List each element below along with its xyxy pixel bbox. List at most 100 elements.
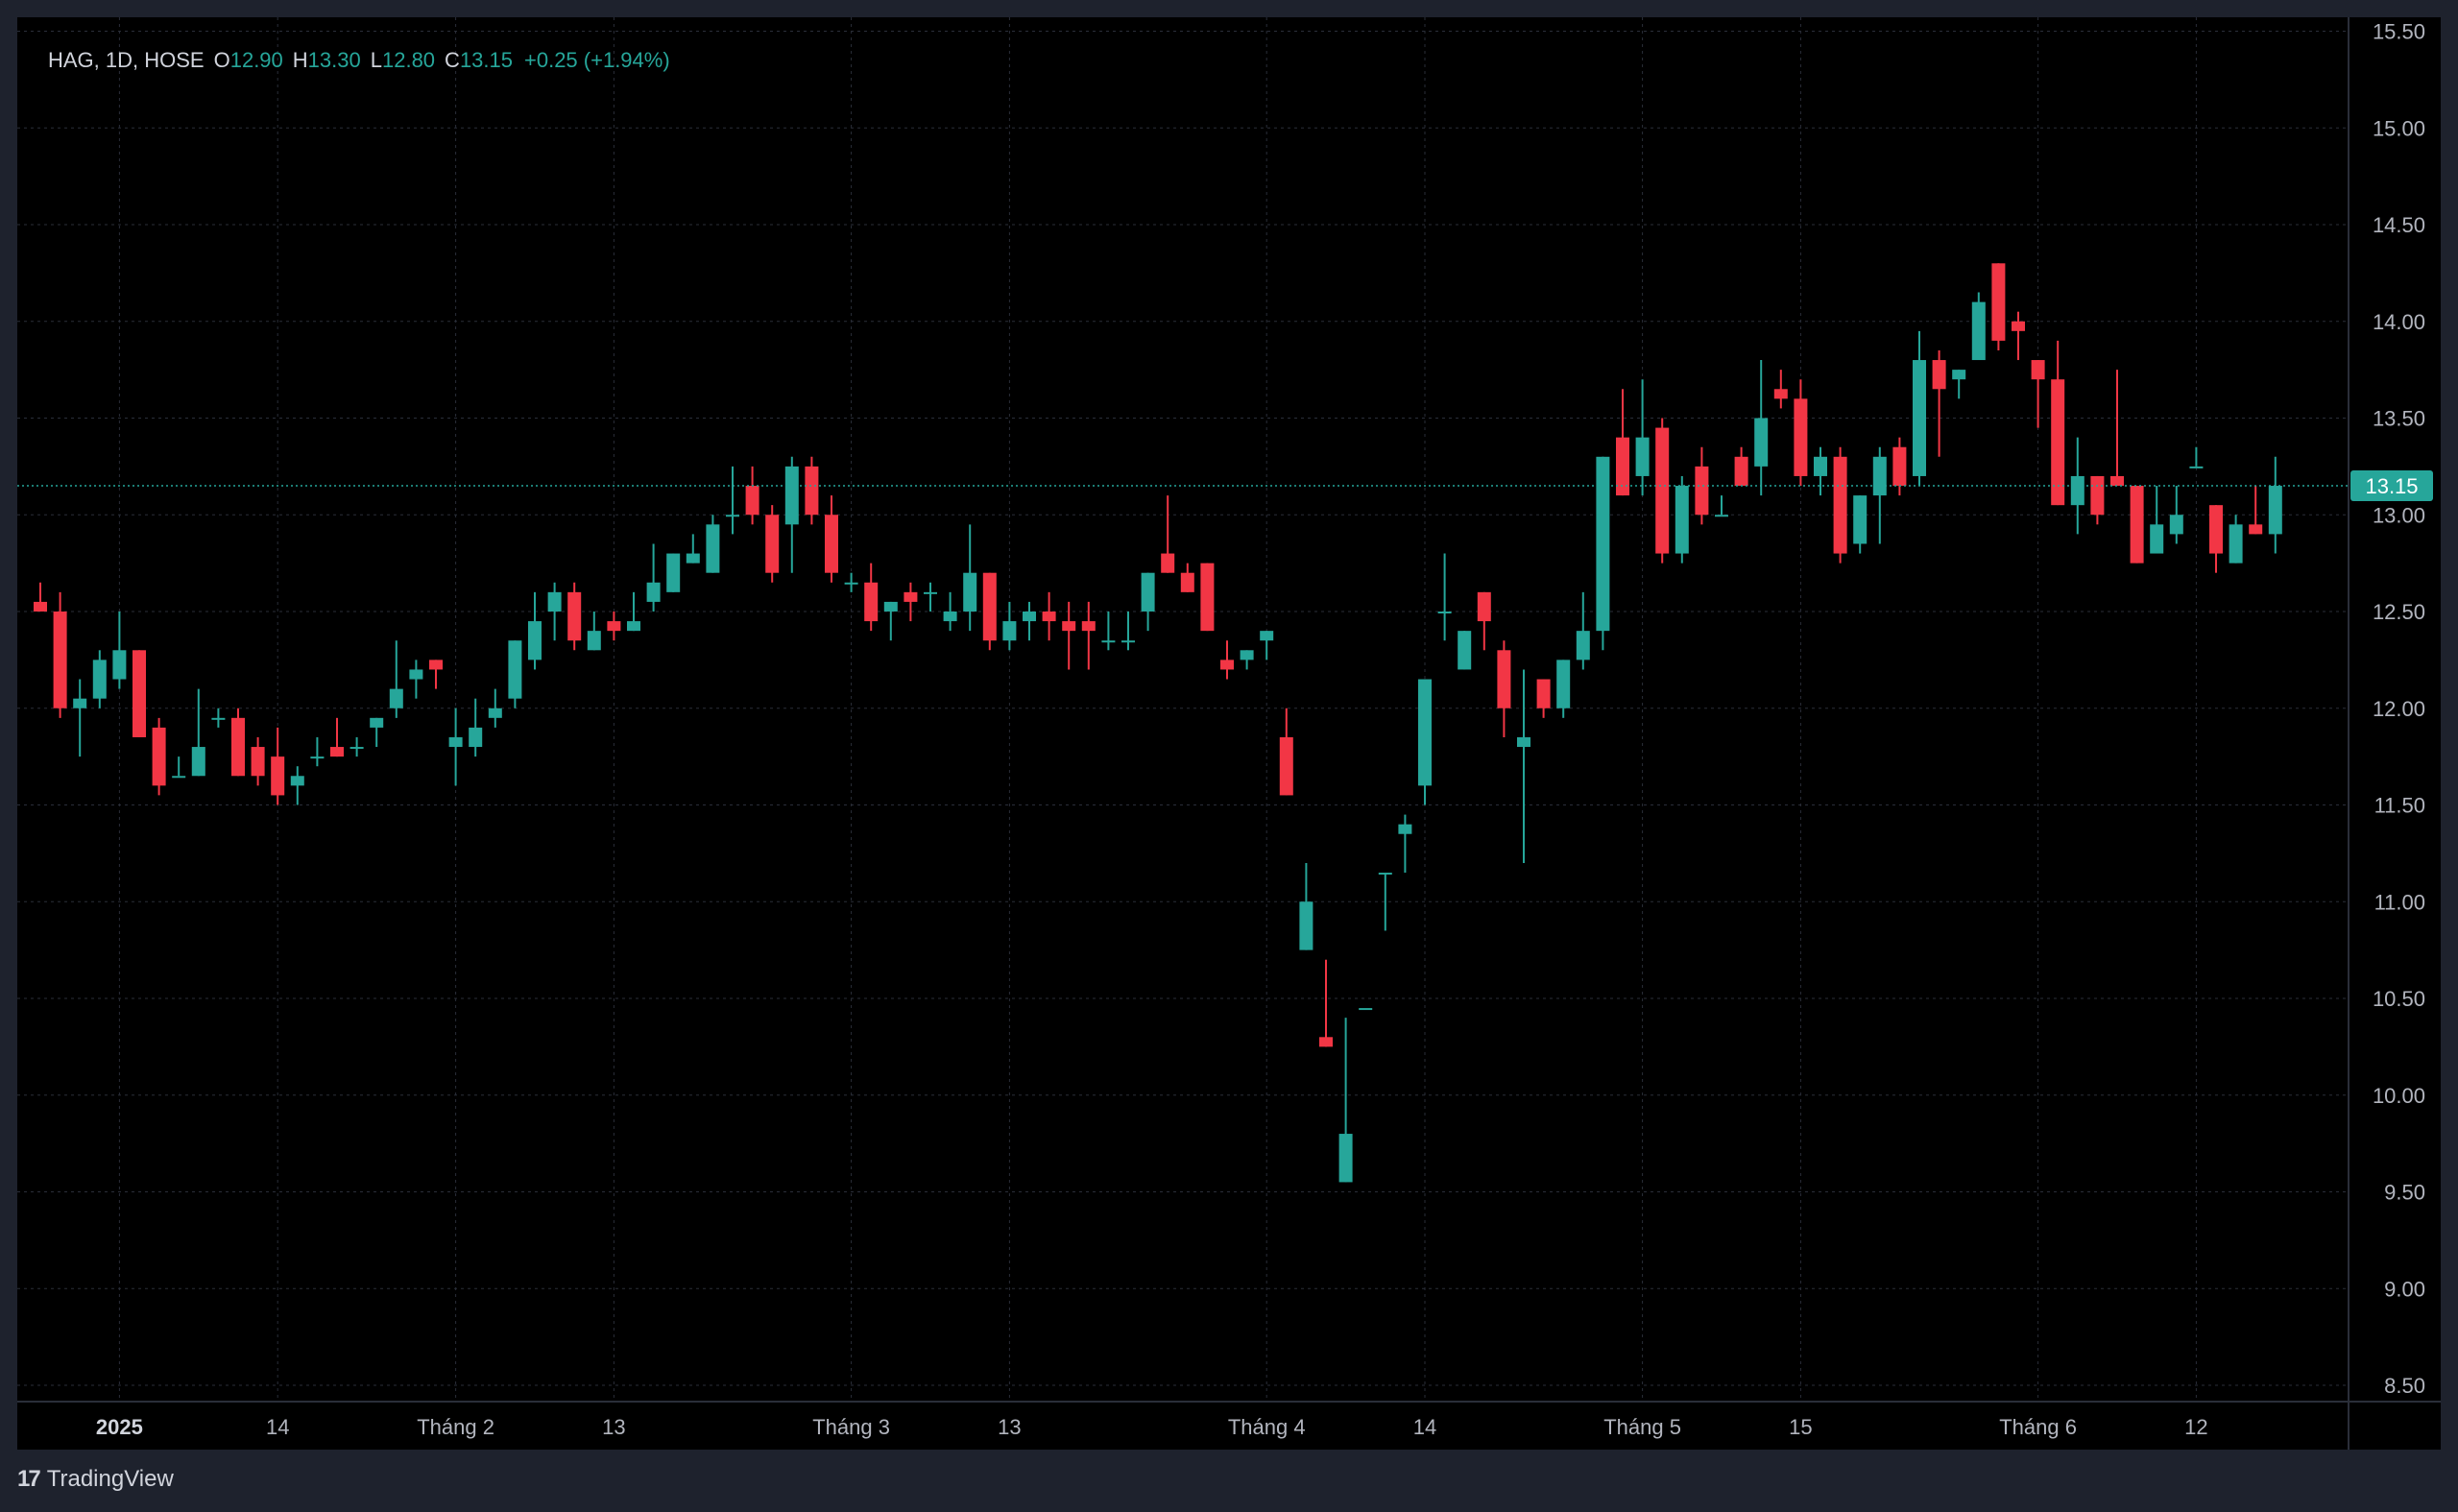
y-tick-label: 13.00: [2373, 503, 2425, 527]
candle-body: [1200, 563, 1215, 632]
x-tick-label: 15: [1789, 1415, 1812, 1439]
candle-body: [587, 631, 601, 651]
chart-area[interactable]: 8.50 9.00 9.50 10.00 10.50 11.00 11.50 12.00 12.…: [17, 17, 2441, 1450]
candle-body: [1458, 631, 1472, 670]
candle-body: [2169, 515, 2183, 535]
candle-body: [231, 717, 245, 777]
candle-body: [1418, 679, 1432, 786]
candle-body: [389, 688, 403, 708]
candle-body: [1497, 650, 1511, 708]
candle-body: [1616, 437, 1629, 496]
legend-open-value: 12.90: [229, 48, 283, 72]
candle-body: [706, 524, 720, 573]
candle-body: [883, 601, 898, 612]
legend-high-label: H: [292, 48, 308, 72]
legend-change: +0.25 (+1.94%): [524, 48, 670, 72]
candle-body: [646, 582, 661, 602]
candle-body: [2189, 466, 2204, 468]
candle-body: [1121, 640, 1135, 643]
candle-body: [1002, 621, 1017, 641]
x-tick-label: Tháng 4: [1228, 1415, 1306, 1439]
candle-body: [1101, 640, 1116, 643]
candle-body: [1023, 612, 1036, 622]
x-tick-label: Tháng 2: [417, 1415, 494, 1439]
last-price-label: 13.15: [2365, 474, 2418, 498]
candlestick-chart[interactable]: 8.50 9.00 9.50 10.00 10.50 11.00 11.50 12.00 12.…: [17, 17, 2441, 1450]
candle-body: [844, 582, 858, 585]
candle-body: [1279, 736, 1293, 796]
x-tick-label: Tháng 3: [812, 1415, 890, 1439]
candle-body: [1398, 824, 1412, 834]
candle-body: [982, 572, 997, 641]
candle-body: [1576, 631, 1590, 660]
candle-body: [1872, 456, 1887, 496]
candle-body: [1991, 263, 2006, 341]
x-tick-label: 14: [1413, 1415, 1436, 1439]
candle-body: [1675, 486, 1689, 554]
candle-body: [726, 515, 739, 517]
candle-body: [310, 756, 325, 759]
candle-body: [469, 727, 483, 748]
candle-body: [825, 515, 838, 573]
x-tick-label: 13: [602, 1415, 625, 1439]
candle-body: [73, 698, 87, 708]
candle-body: [1161, 553, 1175, 573]
candle-body: [1536, 679, 1551, 708]
candle-body: [1833, 456, 1847, 554]
candle-body: [133, 650, 146, 737]
candle-body: [528, 621, 542, 660]
candle-body: [1655, 427, 1670, 554]
candle-body: [1517, 736, 1530, 748]
y-tick-label: 15.00: [2373, 116, 2425, 140]
x-tick-label: Tháng 5: [1603, 1415, 1681, 1439]
candle-body: [963, 572, 977, 612]
candle-body: [251, 747, 265, 777]
candle-body: [172, 776, 186, 779]
candle-body: [805, 466, 819, 516]
candle-body: [904, 591, 918, 602]
candle-body: [1715, 515, 1728, 517]
candle-body: [370, 717, 384, 728]
candle-body: [2090, 475, 2105, 516]
candle-body: [666, 553, 681, 592]
candle-body: [567, 591, 582, 641]
candle-body: [1773, 389, 1788, 399]
candle-body: [92, 660, 107, 699]
tradingview-logo-icon: 17: [17, 1466, 41, 1492]
candle-body: [1695, 466, 1709, 516]
candle-body: [330, 747, 344, 757]
candle-body: [211, 717, 226, 720]
candle-body: [1754, 418, 1769, 467]
candle-body: [34, 601, 47, 612]
candle-body: [1794, 398, 1808, 476]
legend-close-value: 13.15: [459, 48, 513, 72]
y-tick-label: 10.50: [2373, 987, 2425, 1011]
candle-body: [2209, 505, 2223, 554]
candle-body: [2031, 360, 2045, 380]
x-tick-label: 2025: [96, 1415, 143, 1439]
candle-body: [429, 660, 443, 670]
candle-body: [1932, 360, 1946, 390]
candle-body: [1971, 301, 1986, 361]
candle-body: [1062, 621, 1076, 632]
candle-body: [409, 669, 423, 680]
tradingview-brand[interactable]: 17 TradingView: [17, 1466, 174, 1493]
candle-body: [1952, 370, 1966, 380]
candle-body: [1814, 456, 1827, 476]
candle-body: [112, 650, 127, 680]
candle-body: [508, 640, 522, 699]
candle-body: [547, 591, 562, 612]
y-tick-label: 15.50: [2373, 20, 2425, 44]
candle-body: [1556, 660, 1571, 708]
candle-body: [607, 621, 621, 632]
y-tick-label: 8.50: [2384, 1374, 2425, 1398]
x-tick-label: Tháng 6: [1999, 1415, 2077, 1439]
y-tick-label: 14.00: [2373, 310, 2425, 334]
candle-body: [1635, 437, 1650, 476]
candle-body: [1913, 360, 1926, 476]
y-tick-label: 14.50: [2373, 213, 2425, 237]
candle-body: [1477, 591, 1491, 622]
legend-open-label: O: [213, 48, 230, 72]
candle-body: [1141, 572, 1155, 612]
candle-body: [686, 553, 700, 564]
